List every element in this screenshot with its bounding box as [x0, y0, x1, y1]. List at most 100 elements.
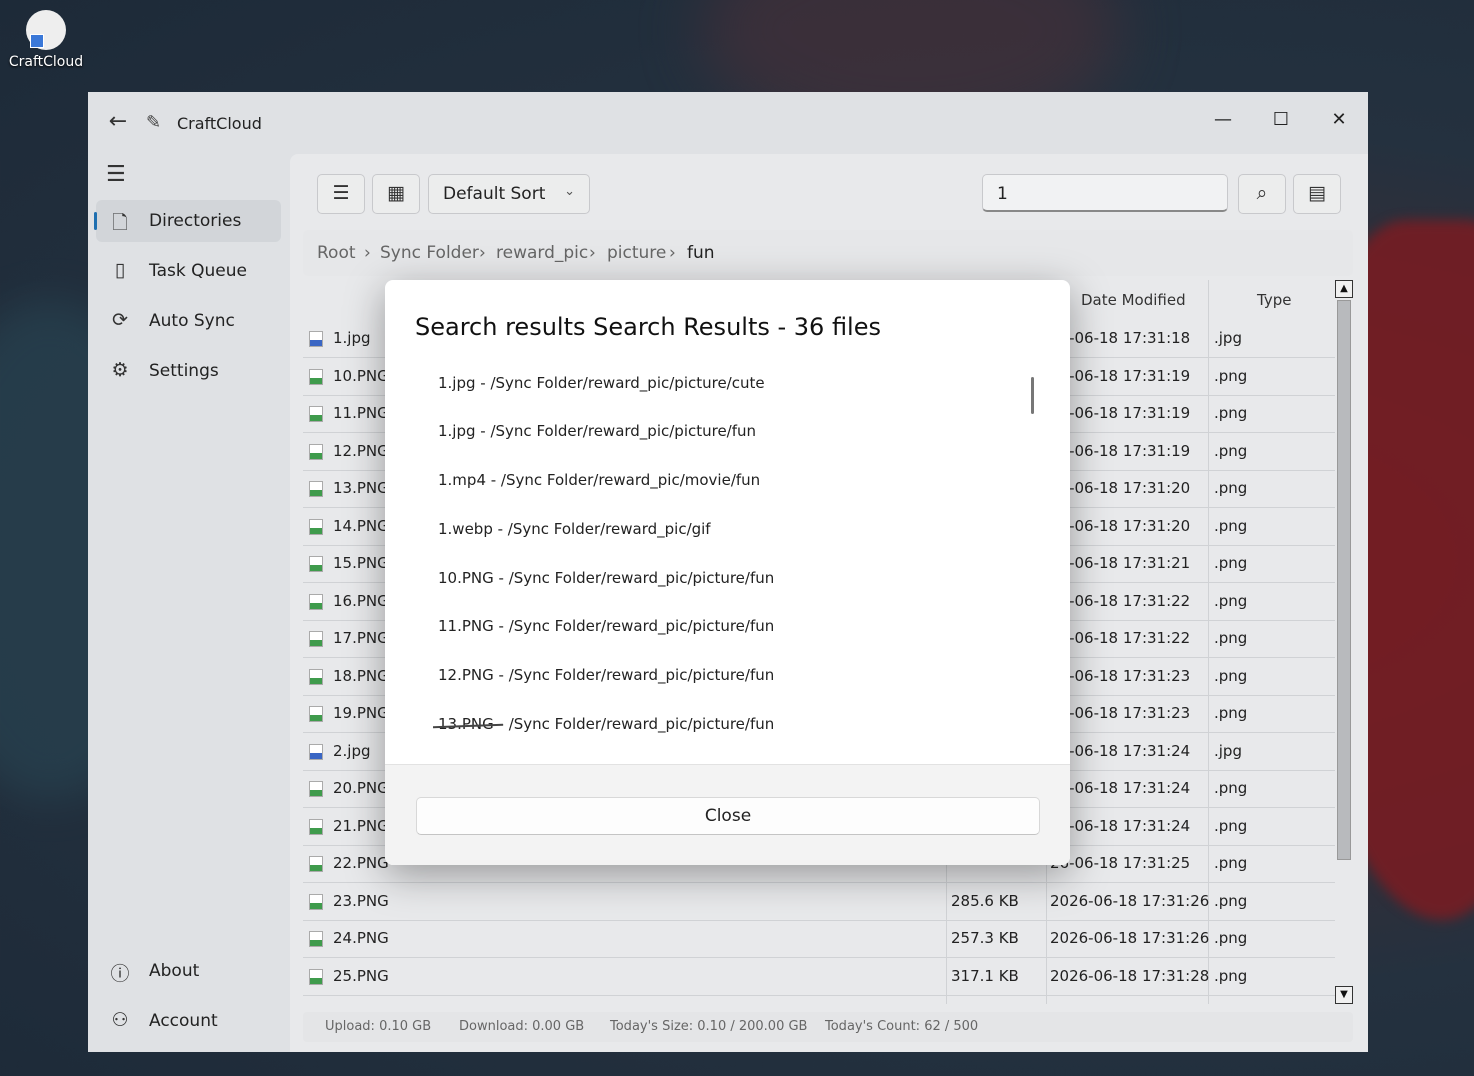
column-header-date[interactable]: Date Modified	[1081, 280, 1186, 320]
gear-icon: ⚙	[111, 359, 129, 381]
sidebar-item-task-queue[interactable]: ▯ Task Queue	[96, 250, 281, 292]
file-date: 26-06-18 17:31:23	[1050, 666, 1191, 685]
clipboard-icon: ▯	[114, 259, 126, 281]
list-view-button[interactable]: ☰	[317, 174, 365, 214]
scroll-down-arrow-icon[interactable]: ▼	[1335, 986, 1353, 1004]
sort-dropdown[interactable]: Default Sort ⌄	[428, 174, 590, 214]
sidebar-item-settings[interactable]: ⚙ Settings	[96, 350, 281, 392]
file-date: 26-06-18 17:31:22	[1050, 591, 1191, 610]
file-type: .png	[1214, 366, 1248, 385]
table-row[interactable]: 25.PNG 317.1 KB 2026-06-18 17:31:28 .png	[303, 958, 1335, 996]
file-type: .jpg	[1214, 329, 1242, 347]
file-date: 2026-06-18 17:31:28	[1050, 995, 1209, 1004]
grid-view-button[interactable]: ▦	[372, 174, 420, 214]
close-button[interactable]: Close	[416, 797, 1040, 835]
sidebar-item-directories[interactable]: 🗋 Directories	[94, 200, 281, 242]
file-type: .png	[1214, 516, 1248, 535]
file-name: 22.PNG	[333, 854, 389, 872]
file-name: 19.PNG	[333, 704, 389, 722]
file-icon	[309, 818, 323, 835]
scroll-up-arrow-icon[interactable]: ▲	[1335, 280, 1353, 298]
file-date: 26-06-18 17:31:21	[1050, 554, 1191, 572]
breadcrumb: Root › Sync Folder › reward_pic › pictur…	[303, 230, 1353, 276]
search-result-item[interactable]: 1.mp4 - /Sync Folder/reward_pic/movie/fu…	[438, 471, 760, 489]
file-size: 317.1 KB	[951, 966, 1019, 985]
sidebar-item-auto-sync[interactable]: ⟳ Auto Sync	[96, 300, 281, 342]
breadcrumb-fun: fun	[687, 243, 715, 263]
results-scrollbar[interactable]	[1031, 377, 1034, 414]
table-row[interactable]: 24.PNG 257.3 KB 2026-06-18 17:31:26 .png	[303, 920, 1335, 958]
search-result-item[interactable]: 10.PNG - /Sync Folder/reward_pic/picture…	[438, 569, 774, 587]
table-scrollbar[interactable]: ▲ ▼	[1335, 280, 1353, 1004]
search-results-dialog: Search results Search Results - 36 files…	[385, 280, 1070, 865]
file-icon	[309, 631, 323, 647]
hamburger-menu-icon[interactable]: ☰	[106, 162, 130, 187]
breadcrumb-sync-folder[interactable]: Sync Folder	[380, 243, 479, 263]
close-window-button[interactable]: ✕	[1316, 100, 1362, 140]
file-icon	[309, 331, 323, 347]
search-result-item[interactable]: 11.PNG - /Sync Folder/reward_pic/picture…	[438, 617, 774, 635]
calendar-icon: ▤	[1308, 182, 1326, 204]
breadcrumb-root[interactable]: Root	[317, 243, 356, 263]
search-result-item[interactable]: 1.webp - /Sync Folder/reward_pic/gif	[438, 520, 711, 538]
search-input[interactable]: 1	[982, 174, 1228, 212]
file-name: 25.PNG	[333, 966, 389, 985]
info-icon: ⓘ	[110, 963, 130, 985]
title-bar: ← ✎ CraftCloud — ☐ ✕	[88, 92, 1368, 152]
sort-dropdown-value: Default Sort	[443, 184, 546, 204]
file-type: .png	[1214, 404, 1248, 422]
maximize-button[interactable]: ☐	[1258, 100, 1304, 140]
people-icon: ⚇	[111, 1009, 129, 1031]
breadcrumb-separator: ›	[364, 243, 371, 263]
sidebar-item-label: Settings	[149, 361, 219, 381]
file-type: .png	[1214, 479, 1248, 497]
file-type: .png	[1214, 995, 1247, 1004]
file-name: 13.PNG	[333, 479, 389, 497]
desktop-shortcut-label: CraftCloud	[8, 54, 84, 70]
file-name: 12.PNG	[333, 441, 389, 460]
table-row[interactable]: 23.PNG 285.6 KB 2026-06-18 17:31:26 .png	[303, 883, 1335, 921]
search-icon: ⌕	[1256, 182, 1268, 204]
file-name: 20.PNG	[333, 779, 389, 797]
file-name: 11.PNG	[333, 404, 389, 422]
search-result-item[interactable]: 1.jpg - /Sync Folder/reward_pic/picture/…	[438, 374, 765, 392]
file-name: 17.PNG	[333, 629, 389, 647]
file-name: 16.PNG	[333, 591, 389, 610]
file-type: .png	[1214, 441, 1248, 460]
file-date: 2026-06-18 17:31:26	[1050, 929, 1210, 947]
file-size: 285.6 KB	[951, 891, 1019, 910]
file-icon	[309, 668, 323, 685]
file-name: 15.PNG	[333, 554, 389, 572]
search-result-item[interactable]: 1.jpg - /Sync Folder/reward_pic/picture/…	[438, 422, 756, 440]
file-name: 24.PNG	[333, 929, 389, 947]
sidebar-item-about[interactable]: ⓘ About	[96, 950, 281, 992]
file-date: 26-06-18 17:31:20	[1050, 516, 1191, 535]
file-date: 26-06-18 17:31:19	[1050, 366, 1191, 385]
list-icon: ☰	[332, 182, 350, 204]
file-date: 26-06-18 17:31:24	[1050, 741, 1191, 760]
file-type: .png	[1214, 816, 1248, 835]
breadcrumb-picture[interactable]: picture	[607, 243, 666, 263]
search-results-list: 1.jpg - /Sync Folder/reward_pic/picture/…	[415, 365, 1040, 755]
file-icon	[309, 968, 323, 985]
search-result-item[interactable]: 12.PNG - /Sync Folder/reward_pic/picture…	[438, 666, 774, 684]
file-icon	[309, 593, 323, 610]
table-row[interactable]: 26.PNG 424.5 KB 2026-06-18 17:31:28 .png	[303, 995, 1335, 1004]
file-date: 26-06-18 17:31:24	[1050, 779, 1191, 797]
column-header-type[interactable]: Type	[1257, 280, 1291, 320]
search-button[interactable]: ⌕	[1238, 174, 1286, 214]
desktop-shortcut-craftcloud[interactable]: CraftCloud	[6, 10, 86, 70]
grid-icon: ▦	[387, 182, 405, 204]
status-download: Download: 0.00 GB	[459, 1019, 585, 1034]
scrollbar-thumb[interactable]	[1337, 300, 1351, 860]
breadcrumb-separator: ›	[479, 243, 486, 263]
file-date: 26-06-18 17:31:24	[1050, 816, 1191, 835]
minimize-button[interactable]: —	[1200, 100, 1246, 140]
sidebar-item-account[interactable]: ⚇ Account	[96, 1000, 281, 1042]
calendar-button[interactable]: ▤	[1293, 174, 1341, 214]
status-today-count: Today's Count: 62 / 500	[825, 1019, 979, 1034]
back-arrow-icon[interactable]: ←	[106, 110, 130, 134]
breadcrumb-reward-pic[interactable]: reward_pic	[496, 243, 588, 263]
file-icon	[309, 443, 323, 460]
file-name: 2.jpg	[333, 741, 371, 760]
